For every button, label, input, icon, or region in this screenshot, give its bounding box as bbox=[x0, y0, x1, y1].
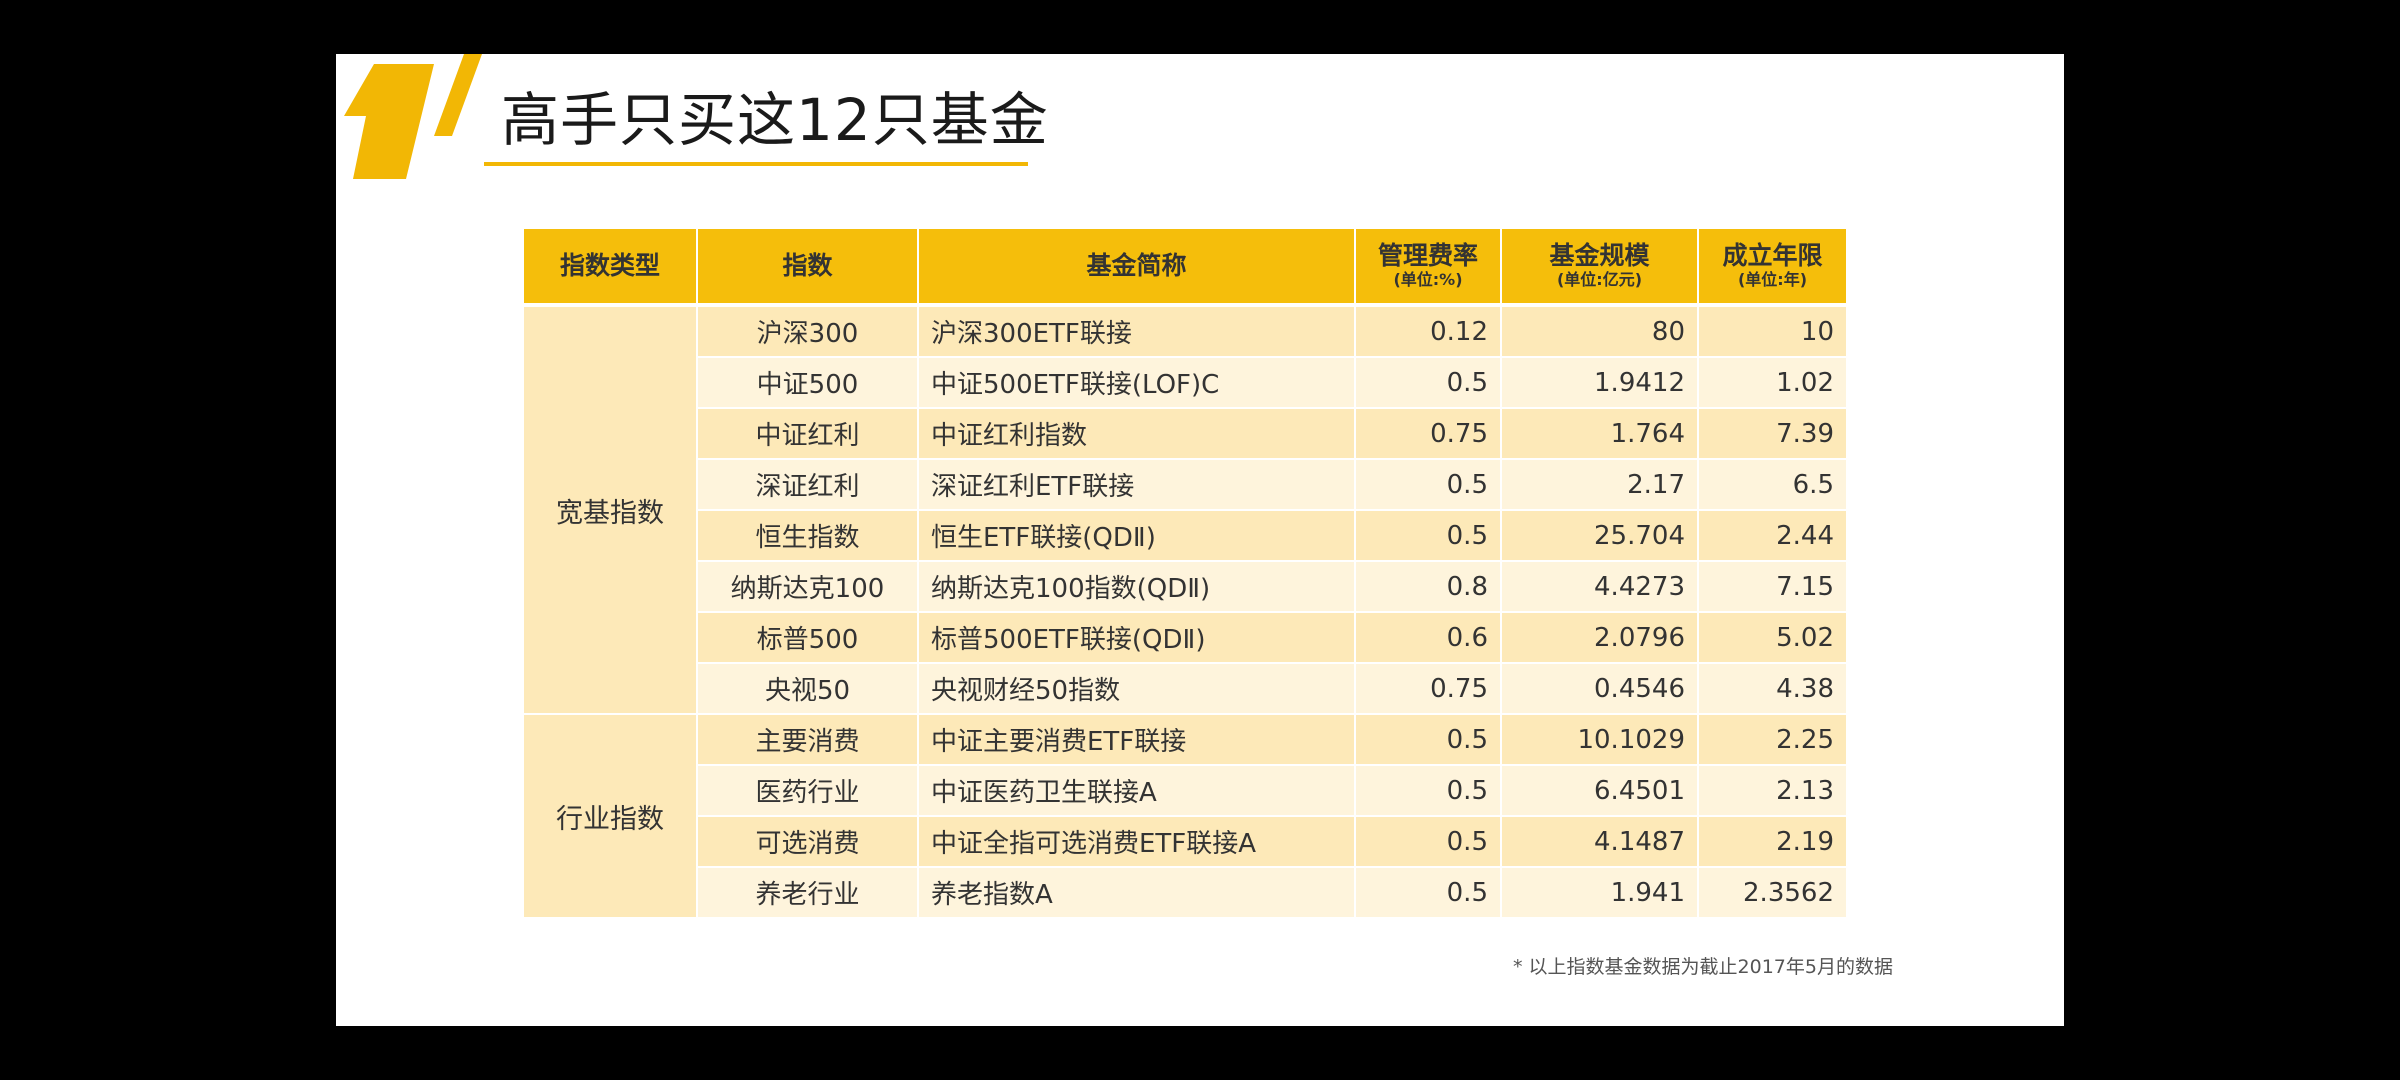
index-cell: 央视50 bbox=[697, 663, 919, 715]
header-fund-name: 基金简称 bbox=[918, 229, 1356, 307]
header-scale-label: 基金规模 bbox=[1549, 241, 1650, 270]
fund-name-cell: 纳斯达克100指数(QDⅡ) bbox=[918, 561, 1356, 613]
table-row: 中证500 中证500ETF联接(LOF)C 0.5 1.9412 1.02 bbox=[524, 357, 1846, 409]
slide-title: 高手只买这12只基金 bbox=[501, 86, 1049, 154]
years-cell: 2.13 bbox=[1698, 765, 1846, 817]
scale-cell: 1.9412 bbox=[1501, 357, 1699, 409]
table-row: 央视50 央视财经50指数 0.75 0.4546 4.38 bbox=[524, 663, 1846, 715]
index-cell: 中证红利 bbox=[697, 408, 919, 460]
years-cell: 2.44 bbox=[1698, 510, 1846, 562]
header-years: 成立年限 (单位:年) bbox=[1698, 229, 1846, 307]
years-cell: 2.19 bbox=[1698, 816, 1846, 868]
fund-name-cell: 中证医药卫生联接A bbox=[918, 765, 1356, 817]
category-broad-index: 宽基指数 bbox=[524, 305, 698, 715]
fee-cell: 0.75 bbox=[1355, 663, 1502, 715]
fee-cell: 0.75 bbox=[1355, 408, 1502, 460]
years-cell: 6.5 bbox=[1698, 459, 1846, 511]
scale-cell: 0.4546 bbox=[1501, 663, 1699, 715]
scale-cell: 1.764 bbox=[1501, 408, 1699, 460]
years-cell: 2.25 bbox=[1698, 714, 1846, 766]
index-cell: 深证红利 bbox=[697, 459, 919, 511]
category-industry-index: 行业指数 bbox=[524, 714, 698, 919]
scale-cell: 1.941 bbox=[1501, 867, 1699, 919]
scale-cell: 6.4501 bbox=[1501, 765, 1699, 817]
header-index-type: 指数类型 bbox=[524, 229, 698, 307]
index-cell: 可选消费 bbox=[697, 816, 919, 868]
years-cell: 4.38 bbox=[1698, 663, 1846, 715]
footnote: * 以上指数基金数据为截止2017年5月的数据 bbox=[1513, 956, 1893, 978]
header-index: 指数 bbox=[697, 229, 919, 307]
header-scale-unit: (单位:亿元) bbox=[1556, 270, 1643, 289]
fee-cell: 0.5 bbox=[1355, 816, 1502, 868]
fund-name-cell: 沪深300ETF联接 bbox=[918, 305, 1356, 358]
fee-cell: 0.5 bbox=[1355, 765, 1502, 817]
table-row: 医药行业 中证医药卫生联接A 0.5 6.4501 2.13 bbox=[524, 765, 1846, 817]
years-cell: 5.02 bbox=[1698, 612, 1846, 664]
index-cell: 主要消费 bbox=[697, 714, 919, 766]
fee-cell: 0.8 bbox=[1355, 561, 1502, 613]
fund-name-cell: 中证全指可选消费ETF联接A bbox=[918, 816, 1356, 868]
fund-name-cell: 中证红利指数 bbox=[918, 408, 1356, 460]
title-underline bbox=[484, 162, 1028, 166]
years-cell: 7.39 bbox=[1698, 408, 1846, 460]
scale-cell: 2.17 bbox=[1501, 459, 1699, 511]
fund-name-cell: 深证红利ETF联接 bbox=[918, 459, 1356, 511]
table-row: 养老行业 养老指数A 0.5 1.941 2.3562 bbox=[524, 867, 1846, 919]
fee-cell: 0.6 bbox=[1355, 612, 1502, 664]
fund-name-cell: 养老指数A bbox=[918, 867, 1356, 919]
years-cell: 1.02 bbox=[1698, 357, 1846, 409]
index-cell: 恒生指数 bbox=[697, 510, 919, 562]
index-cell: 纳斯达克100 bbox=[697, 561, 919, 613]
header-fee: 管理费率 (单位:%) bbox=[1355, 229, 1502, 307]
table-row: 宽基指数 沪深300 沪深300ETF联接 0.12 80 10 bbox=[524, 305, 1846, 715]
presentation-slide: 高手只买这12只基金 指数类型 指数 基金简称 管理费率 (单位:%) 基金规模 bbox=[336, 54, 2064, 1026]
years-cell: 10 bbox=[1698, 305, 1846, 358]
index-cell: 标普500 bbox=[697, 612, 919, 664]
fund-name-cell: 标普500ETF联接(QDⅡ) bbox=[918, 612, 1356, 664]
scale-cell: 2.0796 bbox=[1501, 612, 1699, 664]
index-cell: 沪深300 bbox=[697, 305, 919, 358]
index-cell: 中证500 bbox=[697, 357, 919, 409]
slash-logo-icon bbox=[344, 54, 482, 179]
table-header-row: 指数类型 指数 基金简称 管理费率 (单位:%) 基金规模 (单位:亿元) 成立… bbox=[524, 229, 1846, 307]
table-row: 可选消费 中证全指可选消费ETF联接A 0.5 4.1487 2.19 bbox=[524, 816, 1846, 868]
fee-cell: 0.5 bbox=[1355, 510, 1502, 562]
header-fee-unit: (单位:%) bbox=[1393, 270, 1463, 289]
fund-name-cell: 央视财经50指数 bbox=[918, 663, 1356, 715]
fee-cell: 0.5 bbox=[1355, 714, 1502, 766]
fund-table: 指数类型 指数 基金简称 管理费率 (单位:%) 基金规模 (单位:亿元) 成立… bbox=[524, 229, 1846, 919]
table-row: 深证红利 深证红利ETF联接 0.5 2.17 6.5 bbox=[524, 459, 1846, 511]
fee-cell: 0.5 bbox=[1355, 867, 1502, 919]
scale-cell: 4.4273 bbox=[1501, 561, 1699, 613]
years-cell: 7.15 bbox=[1698, 561, 1846, 613]
fund-name-cell: 中证主要消费ETF联接 bbox=[918, 714, 1356, 766]
index-cell: 医药行业 bbox=[697, 765, 919, 817]
table-row: 恒生指数 恒生ETF联接(QDⅡ) 0.5 25.704 2.44 bbox=[524, 510, 1846, 562]
header-scale: 基金规模 (单位:亿元) bbox=[1501, 229, 1699, 307]
scale-cell: 80 bbox=[1501, 305, 1699, 358]
fee-cell: 0.5 bbox=[1355, 459, 1502, 511]
scale-cell: 4.1487 bbox=[1501, 816, 1699, 868]
header-years-unit: (单位:年) bbox=[1737, 270, 1808, 289]
scale-cell: 25.704 bbox=[1501, 510, 1699, 562]
fee-cell: 0.5 bbox=[1355, 357, 1502, 409]
fund-name-cell: 中证500ETF联接(LOF)C bbox=[918, 357, 1356, 409]
header-fee-label: 管理费率 bbox=[1377, 241, 1478, 270]
table-row: 中证红利 中证红利指数 0.75 1.764 7.39 bbox=[524, 408, 1846, 460]
table-row: 纳斯达克100 纳斯达克100指数(QDⅡ) 0.8 4.4273 7.15 bbox=[524, 561, 1846, 613]
years-cell: 2.3562 bbox=[1698, 867, 1846, 919]
index-cell: 养老行业 bbox=[697, 867, 919, 919]
fund-name-cell: 恒生ETF联接(QDⅡ) bbox=[918, 510, 1356, 562]
table-row: 标普500 标普500ETF联接(QDⅡ) 0.6 2.0796 5.02 bbox=[524, 612, 1846, 664]
header-years-label: 成立年限 bbox=[1722, 241, 1823, 270]
table-row: 行业指数 主要消费 中证主要消费ETF联接 0.5 10.1029 2.25 bbox=[524, 714, 1846, 919]
fee-cell: 0.12 bbox=[1355, 305, 1502, 358]
scale-cell: 10.1029 bbox=[1501, 714, 1699, 766]
